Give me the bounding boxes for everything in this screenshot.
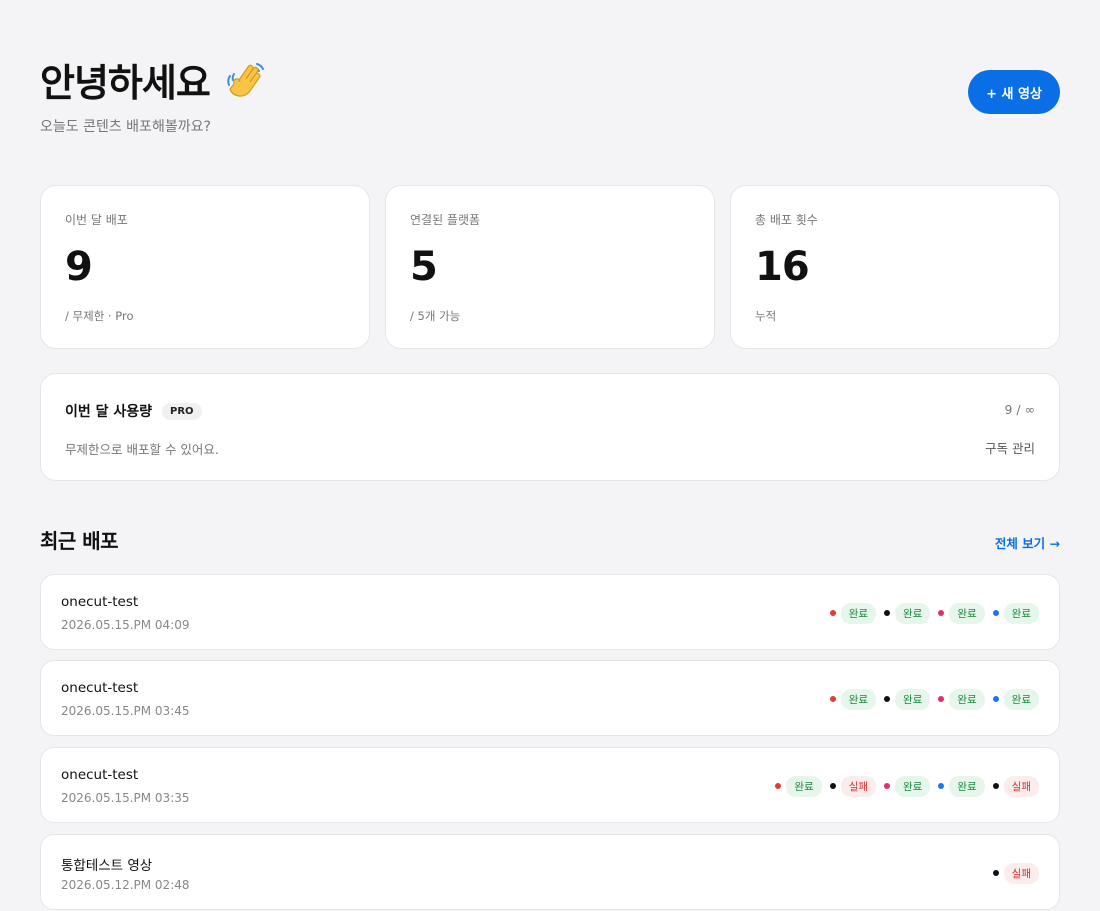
threads-icon bbox=[992, 783, 999, 789]
stat-card-connected-platforms: 연결된 플랫폼 5 / 5개 가능 bbox=[385, 185, 715, 349]
page-title: 안녕하세요 bbox=[40, 61, 211, 105]
platform-status: 완료 bbox=[938, 775, 985, 797]
usage-count: 9 / ∞ bbox=[1004, 402, 1035, 417]
stat-note: / 무제한 · Pro bbox=[65, 309, 134, 323]
status-badge: 완료 bbox=[895, 775, 931, 797]
status-badge: 완료 bbox=[949, 602, 985, 624]
view-all-link[interactable]: 전체 보기 → bbox=[995, 533, 1060, 552]
stat-value: 9 bbox=[65, 244, 93, 290]
status-badge: 완료 bbox=[1003, 688, 1039, 710]
platform-status: 완료 bbox=[938, 602, 985, 624]
stat-label: 연결된 플랫폼 bbox=[410, 213, 481, 227]
stat-value: 5 bbox=[410, 244, 438, 290]
instagram-icon bbox=[938, 610, 945, 616]
platform-status: 실패 bbox=[992, 862, 1039, 884]
status-badge: 완료 bbox=[786, 775, 822, 797]
stat-label: 총 배포 횟수 bbox=[755, 213, 818, 227]
status-badge: 완료 bbox=[949, 688, 985, 710]
deploy-title: onecut-test bbox=[61, 680, 139, 696]
usage-description: 무제한으로 배포할 수 있어요. bbox=[65, 442, 219, 457]
platform-status: 완료 bbox=[884, 688, 931, 710]
stat-note: / 5개 가능 bbox=[410, 309, 461, 323]
platform-status-list: 완료 실패 완료 완료 실패 bbox=[767, 748, 1039, 824]
status-badge: 실패 bbox=[840, 775, 877, 797]
platform-status: 완료 bbox=[829, 602, 877, 624]
platform-status: 실패 bbox=[992, 775, 1039, 797]
status-badge: 실패 bbox=[1003, 775, 1039, 797]
usage-title-row: 이번 달 사용량 PRO bbox=[65, 401, 202, 421]
threads-icon bbox=[992, 870, 999, 876]
stat-value: 16 bbox=[755, 244, 810, 290]
facebook-icon bbox=[938, 783, 945, 789]
platform-status: 완료 bbox=[829, 688, 877, 710]
platform-status: 완료 bbox=[775, 775, 822, 797]
greeting-row: 안녕하세요 bbox=[40, 52, 268, 107]
deploy-date: 2026.05.15.PM 04:09 bbox=[61, 618, 190, 632]
stat-label: 이번 달 배포 bbox=[65, 213, 128, 227]
tiktok-icon bbox=[884, 610, 891, 616]
deploy-row[interactable]: onecut-test 2026.05.15.PM 03:35 완료 실패 완료 완료 실패 bbox=[40, 747, 1060, 823]
status-badge: 완료 bbox=[840, 688, 877, 710]
status-badge: 실패 bbox=[1003, 862, 1039, 884]
deploy-row[interactable]: onecut-test 2026.05.15.PM 04:09 완료 완료 완료 완료 bbox=[40, 574, 1060, 650]
facebook-icon bbox=[992, 696, 999, 702]
tiktok-icon bbox=[884, 696, 891, 702]
manage-subscription-link[interactable]: 구독 관리 bbox=[985, 438, 1035, 457]
recent-section-title: 최근 배포 bbox=[40, 529, 119, 553]
usage-title: 이번 달 사용량 bbox=[65, 404, 153, 420]
platform-status: 완료 bbox=[992, 688, 1039, 710]
youtube-icon bbox=[829, 696, 836, 702]
deploy-date: 2026.05.15.PM 03:35 bbox=[61, 791, 190, 805]
platform-status: 완료 bbox=[884, 602, 931, 624]
status-badge: 완료 bbox=[949, 775, 985, 797]
youtube-icon bbox=[829, 610, 836, 616]
status-badge: 완료 bbox=[840, 602, 877, 624]
stat-note: 누적 bbox=[755, 309, 777, 323]
deploy-title: onecut-test bbox=[61, 594, 139, 610]
status-badge: 완료 bbox=[895, 602, 931, 624]
stat-card-monthly-deploys: 이번 달 배포 9 / 무제한 · Pro bbox=[40, 185, 370, 349]
usage-card: 이번 달 사용량 PRO 무제한으로 배포할 수 있어요. 9 / ∞ 구독 관… bbox=[40, 373, 1060, 481]
waving-hand-icon bbox=[227, 62, 264, 97]
platform-status: 완료 bbox=[938, 688, 985, 710]
platform-status-list: 완료 완료 완료 완료 bbox=[822, 661, 1039, 737]
status-badge: 완료 bbox=[1003, 602, 1039, 624]
tiktok-icon bbox=[829, 783, 836, 789]
youtube-icon bbox=[775, 783, 782, 789]
page-subtitle: 오늘도 콘텐츠 배포해볼까요? bbox=[40, 119, 211, 135]
plan-badge: PRO bbox=[162, 402, 202, 420]
deploy-title: onecut-test bbox=[61, 767, 139, 783]
status-badge: 완료 bbox=[895, 688, 931, 710]
platform-status: 완료 bbox=[992, 602, 1039, 624]
platform-status: 완료 bbox=[884, 775, 931, 797]
facebook-icon bbox=[992, 610, 999, 616]
platform-status-list: 완료 완료 완료 완료 bbox=[822, 575, 1039, 651]
instagram-icon bbox=[938, 696, 945, 702]
deploy-row[interactable]: onecut-test 2026.05.15.PM 03:45 완료 완료 완료 완료 bbox=[40, 660, 1060, 736]
deploy-date: 2026.05.12.PM 02:48 bbox=[61, 878, 190, 892]
platform-status: 실패 bbox=[829, 775, 877, 797]
stat-card-total-deploys: 총 배포 횟수 16 누적 bbox=[730, 185, 1060, 349]
new-video-button[interactable]: + 새 영상 bbox=[968, 70, 1060, 114]
instagram-icon bbox=[884, 783, 891, 789]
deploy-date: 2026.05.15.PM 03:45 bbox=[61, 704, 190, 718]
deploy-title: 통합테스트 영상 bbox=[61, 858, 153, 874]
deploy-row[interactable]: 통합테스트 영상 2026.05.12.PM 02:48 실패 bbox=[40, 834, 1060, 910]
